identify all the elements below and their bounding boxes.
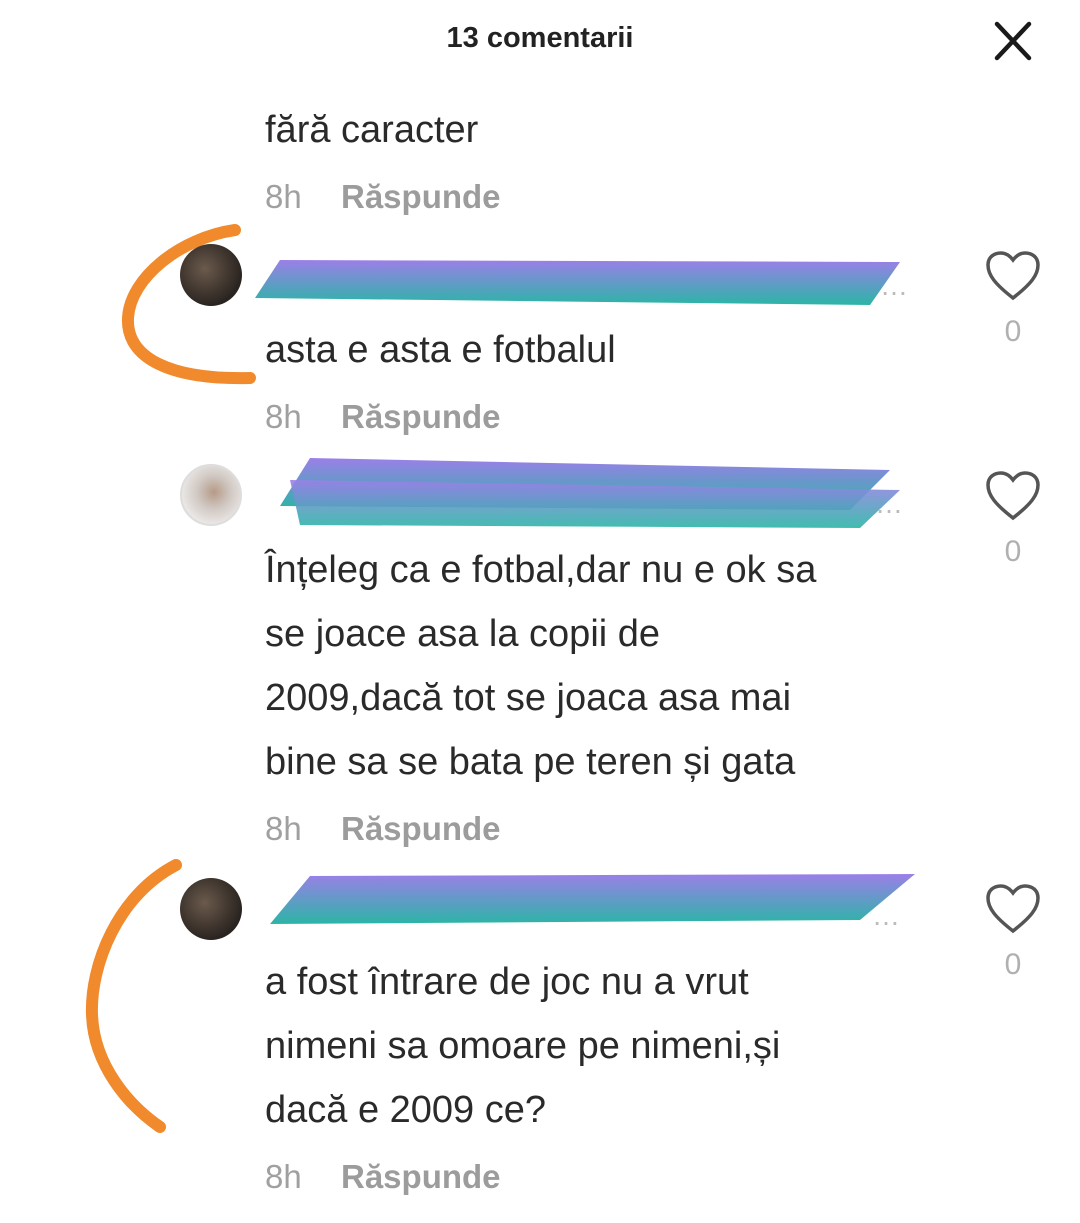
like-button[interactable] (985, 470, 1041, 527)
comment-meta: 8h Răspunde (265, 178, 501, 216)
bracket-annotation (121, 224, 256, 385)
truncation-ellipsis: … (880, 270, 908, 301)
comment-text-line: 2009,dacă tot se joaca asa mai (265, 677, 792, 719)
reply-button[interactable]: Răspunde (341, 1158, 501, 1195)
heart-icon (986, 251, 1040, 301)
comments-header: 13 comentarii (0, 0, 1080, 90)
redacted-username (280, 458, 900, 528)
comment-text: asta e asta e fotbalul (265, 329, 616, 371)
reply-button[interactable]: Răspunde (341, 810, 501, 847)
reply-button[interactable]: Răspunde (341, 178, 501, 215)
redacted-username (255, 260, 900, 305)
heart-icon (986, 884, 1040, 934)
comment-meta: 8h Răspunde (265, 810, 501, 848)
like-count: 0 (1004, 315, 1022, 348)
comment-text: fără caracter (265, 109, 479, 151)
reply-button[interactable]: Răspunde (341, 398, 501, 435)
redacted-username (270, 874, 915, 924)
comment-text-line: Înțeleg ca e fotbal,dar nu e ok sa (265, 549, 817, 591)
close-icon (994, 21, 1032, 61)
like-count: 0 (1004, 535, 1022, 568)
comment-time: 8h (265, 1158, 302, 1195)
heart-icon (986, 471, 1040, 521)
avatar[interactable] (180, 244, 242, 306)
avatar[interactable] (180, 878, 242, 940)
comment-meta: 8h Răspunde (265, 1158, 501, 1196)
comment-text-line: bine sa se bata pe teren și gata (265, 741, 796, 783)
truncation-ellipsis: … (875, 488, 903, 519)
comments-count-title: 13 comentarii (446, 22, 634, 54)
comment-text-line: a fost întrare de joc nu a vrut (265, 961, 749, 1003)
comment-text: Înțeleg ca e fotbal,dar nu e ok sa se jo… (265, 538, 925, 794)
like-button[interactable] (985, 250, 1041, 307)
comment-text-line: nimeni sa omoare pe nimeni,și (265, 1025, 781, 1067)
comment-text: a fost întrare de joc nu a vrut nimeni s… (265, 950, 925, 1142)
comment-meta: 8h Răspunde (265, 398, 501, 436)
comment-time: 8h (265, 178, 302, 215)
truncation-ellipsis: … (872, 900, 900, 931)
comment-time: 8h (265, 398, 302, 435)
comment-text-line: dacă e 2009 ce? (265, 1089, 547, 1131)
like-count: 0 (1004, 948, 1022, 981)
bracket-annotation (85, 859, 182, 1133)
comment-text-line: se joace asa la copii de (265, 613, 661, 655)
avatar[interactable] (180, 464, 242, 526)
comment-time: 8h (265, 810, 302, 847)
like-button[interactable] (985, 883, 1041, 940)
close-button[interactable] (985, 20, 1041, 64)
